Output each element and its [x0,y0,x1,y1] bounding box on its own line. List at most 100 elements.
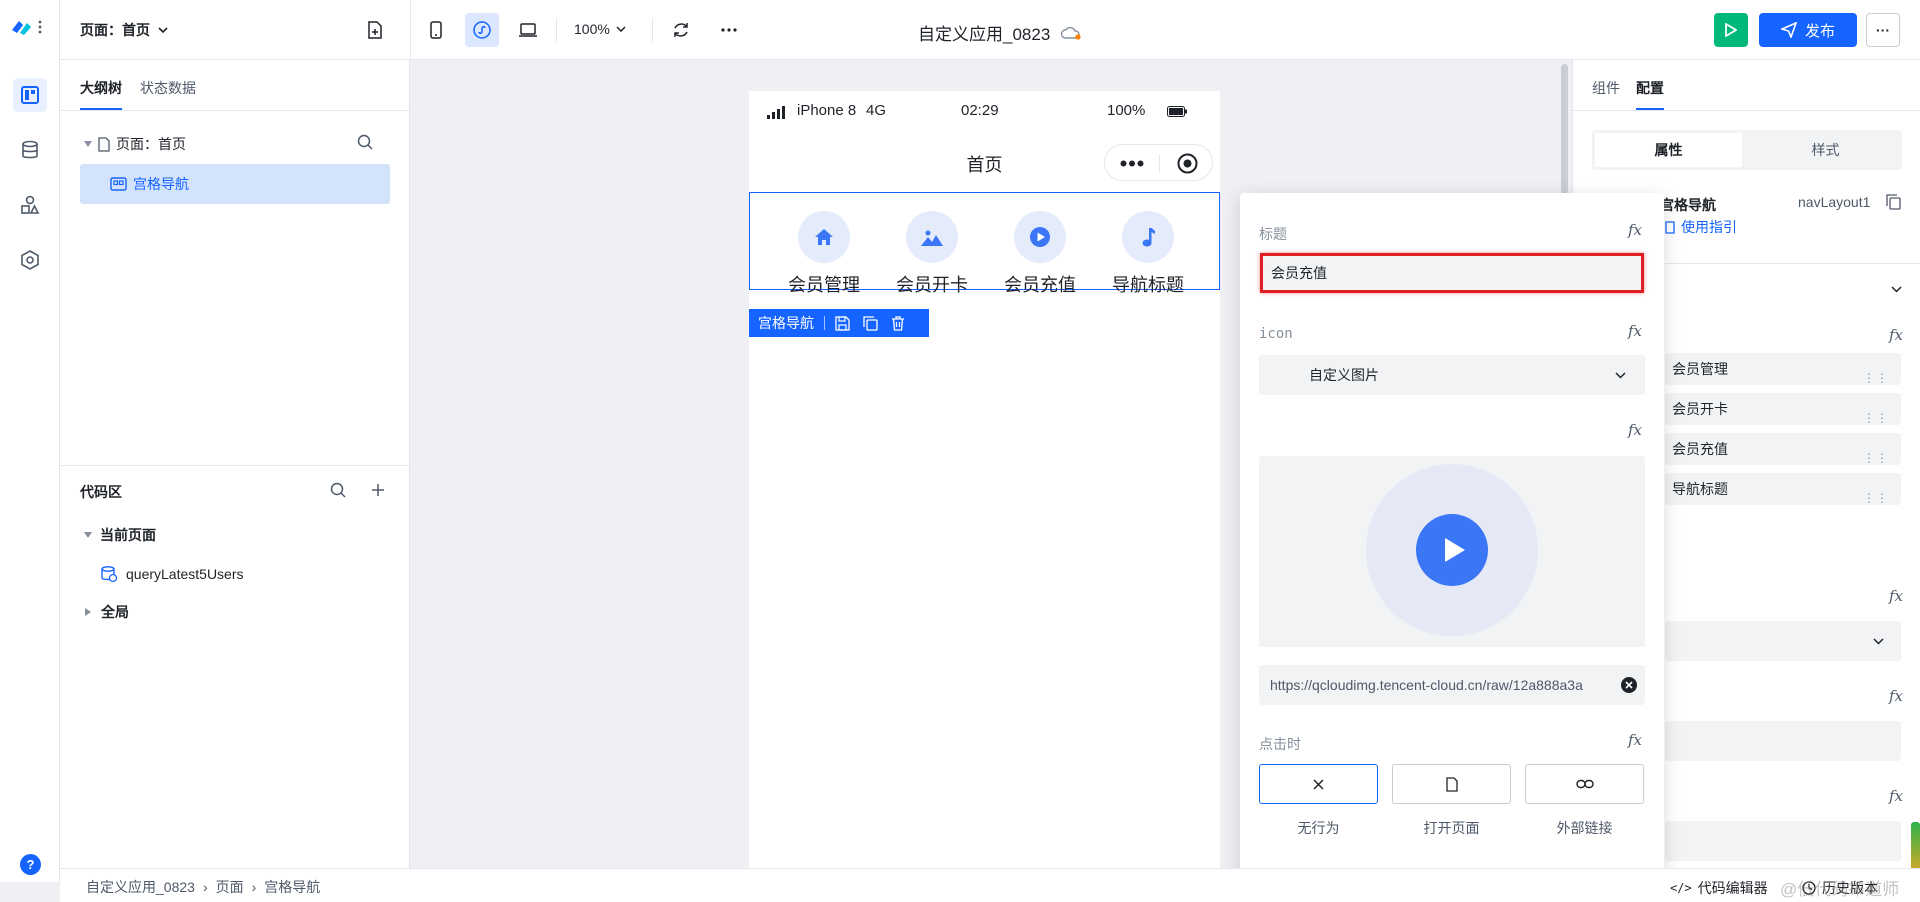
grid-nav-component[interactable]: 会员管理 会员开卡 会员充值 导航标题 [749,192,1220,295]
left-icon-rail: ? [0,0,60,882]
tree-item-grid-nav[interactable]: 宫格导航 [80,164,390,204]
grid-item[interactable]: 会员充值 [990,211,1090,297]
canvas-scrollbar[interactable] [1561,64,1568,194]
run-preview-button[interactable] [1714,13,1748,47]
grid-item[interactable]: 会员开卡 [882,211,982,297]
publish-button[interactable]: 发布 [1759,13,1857,47]
breadcrumb-item[interactable]: 页面 [216,877,244,897]
drag-handle-icon[interactable]: ⋮⋮ [1863,442,1889,474]
divider [1665,263,1920,264]
more-dots-icon[interactable] [1120,160,1144,167]
outline-panel-icon[interactable] [13,78,47,112]
chevron-down-icon [158,27,168,33]
breadcrumb-item[interactable]: 宫格导航 [264,877,320,897]
send-icon [1780,22,1797,38]
nav-item-row[interactable]: 会员充值 ⋮⋮ [1665,433,1901,465]
fx-icon[interactable]: fx [1889,587,1903,605]
phone-status-bar: iPhone 8 4G 02:29 100% [767,102,1202,122]
chevron-down-icon [1873,638,1884,645]
usage-guide-link[interactable]: 使用指引 [1665,217,1737,237]
global-group[interactable]: 全局 [85,602,129,622]
fx-icon[interactable]: fx [1628,221,1642,239]
caret-down-icon [84,532,92,538]
fx-icon[interactable]: fx [1889,687,1903,705]
zoom-selector[interactable]: 100% [574,21,626,37]
fx-icon[interactable]: fx [1628,322,1642,340]
grid-item[interactable]: 会员管理 [774,211,874,297]
component-id: navLayout1 [1798,194,1871,210]
fx-icon[interactable]: fx [1889,787,1903,805]
icon-type-select[interactable]: 自定义图片 [1259,355,1645,395]
action-none-button[interactable] [1259,764,1378,804]
add-page-icon[interactable] [358,13,392,47]
copy-icon[interactable] [863,315,878,331]
clear-icon[interactable] [1621,677,1637,693]
cloud-sync-icon [1061,26,1081,40]
action-open-page-button[interactable] [1392,764,1511,804]
nav-item-row[interactable]: 会员开卡 ⋮⋮ [1665,393,1901,425]
drag-handle-icon[interactable]: ⋮⋮ [1863,362,1889,394]
capsule-menu[interactable] [1104,144,1213,181]
input-field[interactable] [1665,721,1901,761]
action-external-link-button[interactable] [1525,764,1644,804]
tab-config[interactable]: 配置 [1636,78,1664,110]
fx-icon[interactable]: fx [1628,731,1642,749]
tab-outline[interactable]: 大纲树 [80,78,122,110]
select-field[interactable] [1665,621,1901,661]
icon-image-preview[interactable] [1259,456,1645,647]
chevron-down-icon[interactable] [1891,286,1902,293]
seg-style[interactable]: 样式 [1752,133,1899,167]
breadcrumb-item[interactable]: 自定义应用_0823 [86,877,195,897]
selection-tag-label: 宫格导航 [758,315,814,331]
tab-components[interactable]: 组件 [1592,78,1620,110]
delete-icon[interactable] [891,315,905,331]
more-options-icon[interactable] [712,13,746,47]
code-editor-button[interactable]: </> 代码编辑器 [1670,878,1768,898]
add-code-icon[interactable] [371,483,385,497]
help-icon[interactable]: ? [20,854,41,875]
time-label: 02:29 [961,102,999,119]
chevron-down-icon [616,26,626,32]
page-selector[interactable]: 页面：首页 [80,20,168,40]
title-input[interactable]: 会员充值 [1260,253,1644,293]
database-icon[interactable] [13,133,47,167]
grid-item-label: 导航标题 [1112,275,1184,295]
save-icon[interactable] [835,315,850,331]
divider [410,0,411,60]
grid-item[interactable]: 导航标题 [1098,211,1198,297]
miniprogram-view-icon[interactable] [465,13,499,47]
music-note-icon [1142,228,1155,247]
tree-root-row[interactable]: 页面：首页 [84,134,186,154]
current-page-group[interactable]: 当前页面 [84,525,156,545]
desktop-view-icon[interactable] [511,13,545,47]
drag-handle-icon[interactable]: ⋮⋮ [1863,402,1889,434]
fx-icon[interactable]: fx [1628,421,1642,439]
tab-state-data[interactable]: 状态数据 [140,78,196,110]
page-selector-label: 页面：首页 [80,22,150,38]
tree-search-icon[interactable] [357,134,373,150]
components-icon[interactable] [13,188,47,222]
app-logo-icon[interactable] [10,16,46,38]
home-icon [815,229,833,245]
copy-id-icon[interactable] [1886,194,1901,210]
nav-item-row[interactable]: 会员管理 ⋮⋮ [1665,353,1901,385]
nav-item-row[interactable]: 导航标题 ⋮⋮ [1665,473,1901,505]
seg-properties[interactable]: 属性 [1595,133,1742,167]
fx-icon[interactable]: fx [1889,326,1903,344]
chevron-right-icon: › [202,879,208,895]
more-menu-button[interactable]: ··· [1866,13,1900,47]
settings-icon[interactable] [13,243,47,277]
divider [652,18,653,42]
refresh-icon[interactable] [664,13,698,47]
drag-handle-icon[interactable]: ⋮⋮ [1863,482,1889,514]
image-url-input[interactable]: https://qcloudimg.tencent-cloud.cn/raw/1… [1259,665,1645,705]
close-capsule-icon[interactable] [1177,153,1198,174]
mountain-icon [921,230,943,246]
input-field[interactable] [1665,821,1901,861]
mobile-view-icon[interactable] [419,13,453,47]
play-circle-icon [1416,514,1488,586]
divider [60,110,410,111]
query-item[interactable]: queryLatest5Users [100,565,244,583]
code-search-icon[interactable] [330,482,346,498]
close-icon [1313,778,1324,790]
